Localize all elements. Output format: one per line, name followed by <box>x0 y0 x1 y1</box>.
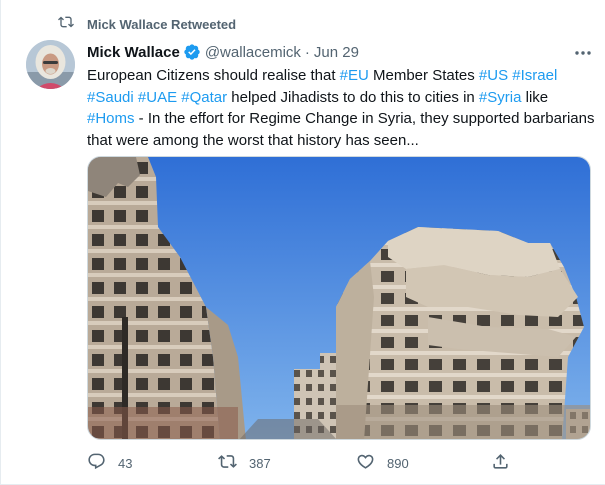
hashtag-link[interactable]: #Israel <box>512 67 557 84</box>
retweet-count: 387 <box>249 455 271 471</box>
tweet-text-segment: - In the effort for Regime Change in Syr… <box>87 110 595 149</box>
reply-icon <box>87 452 106 474</box>
verified-badge-icon <box>183 43 201 61</box>
reply-count: 43 <box>118 455 133 471</box>
hashtag-link[interactable]: #US <box>479 67 508 84</box>
hashtag-link[interactable]: #Saudi <box>87 89 134 106</box>
tweet-header: Mick Wallace @wallacemick · Jun 29 <box>87 42 359 62</box>
avatar[interactable] <box>26 40 75 89</box>
share-button[interactable] <box>491 452 510 474</box>
retweet-icon <box>58 14 74 35</box>
tweet-actions: 43 387 890 <box>87 452 510 474</box>
left-border <box>0 0 1 485</box>
like-button[interactable]: 890 <box>356 452 409 474</box>
tweet-timestamp[interactable]: Jun 29 <box>314 44 359 61</box>
tweet-text-segment: Member States <box>368 67 479 84</box>
retweet-indicator <box>58 14 74 34</box>
tweet-image[interactable] <box>87 156 591 440</box>
hashtag-link[interactable]: #Syria <box>479 89 522 106</box>
hashtag-link[interactable]: #Qatar <box>181 89 227 106</box>
retweet-button[interactable]: 387 <box>218 452 271 474</box>
retweet-action-icon <box>218 452 237 474</box>
hashtag-link[interactable]: #Homs <box>87 110 135 127</box>
hashtag-link[interactable]: #EU <box>340 67 369 84</box>
tweet-text: European Citizens should realise that #E… <box>87 65 597 151</box>
retweeted-by-label[interactable]: Mick Wallace Retweeted <box>87 17 236 32</box>
more-options-button[interactable] <box>572 44 594 60</box>
author-display-name[interactable]: Mick Wallace <box>87 44 180 61</box>
reply-button[interactable]: 43 <box>87 452 132 474</box>
hashtag-link[interactable]: #UAE <box>138 89 177 106</box>
header-separator: · <box>304 43 310 61</box>
tweet-text-segment: helped Jihadists to do this to cities in <box>227 88 479 106</box>
like-count: 890 <box>387 455 409 471</box>
author-handle[interactable]: @wallacemick <box>205 44 301 61</box>
more-dots-icon <box>574 43 592 61</box>
heart-icon <box>356 452 375 474</box>
share-icon <box>491 452 510 474</box>
tweet-text-segment: like <box>521 88 549 106</box>
tweet-text-segment: European Citizens should realise that <box>87 67 340 84</box>
